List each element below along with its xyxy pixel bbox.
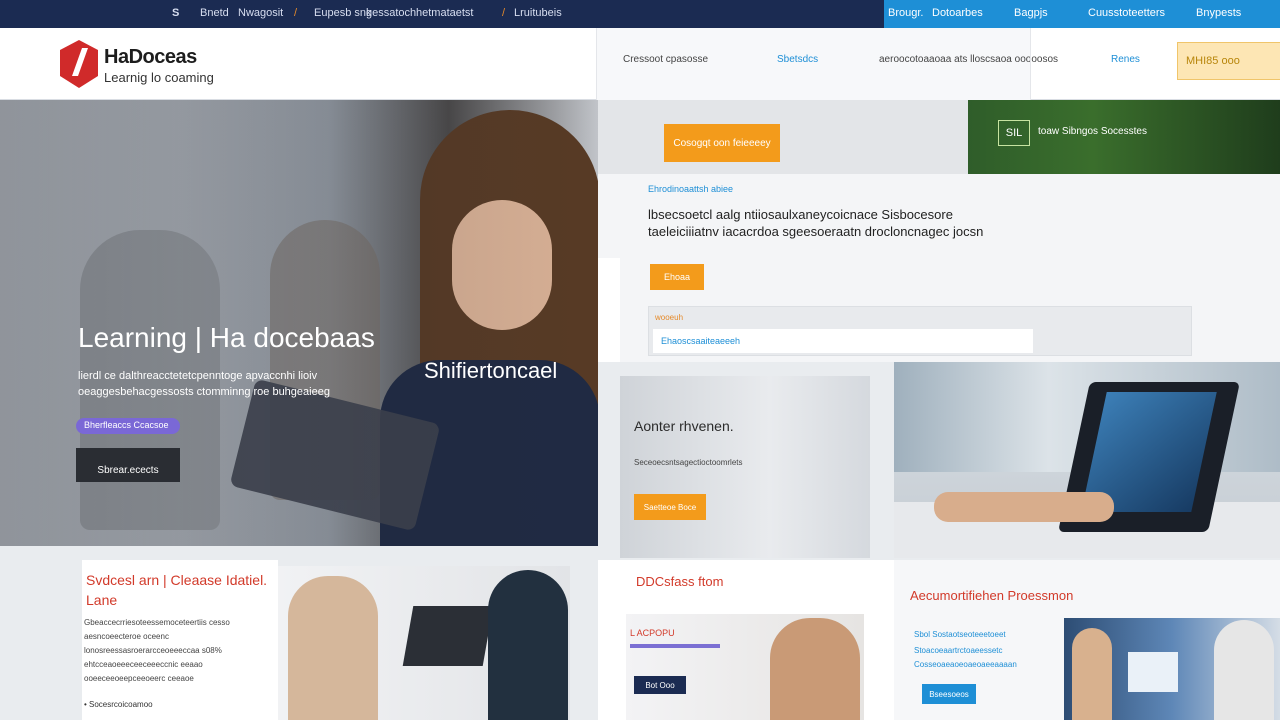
green-banner: SIL toaw Sibngos Socesstes: [968, 100, 1280, 174]
topbar-item[interactable]: hetmataetst: [416, 7, 473, 19]
logo-title[interactable]: HaDoceas: [104, 46, 197, 69]
person-image: [770, 618, 860, 720]
site-header: HaDoceas Learnig lo coaming Cressoot cpa…: [0, 28, 1280, 100]
card-subtext: Seceoecsntsagectioctoomrlets: [634, 458, 743, 467]
topbar-separator: /: [502, 7, 506, 19]
topbar-item[interactable]: Bnetd: [200, 7, 229, 19]
column-paragraph: Gbeaccecrriesoteessemoceteertiis cesso a…: [84, 618, 230, 683]
hero-button[interactable]: Sbrear.ecects: [76, 448, 180, 482]
topbar-item[interactable]: Eupesb snk: [314, 7, 371, 19]
laptop-image: [402, 606, 494, 666]
topbar-link[interactable]: Brougr.: [888, 7, 923, 19]
panel-input[interactable]: Ehaoscsaaiteaeeeh: [653, 329, 1033, 353]
header-cta-button[interactable]: MHI85 ooo: [1177, 42, 1280, 80]
person-image: [1214, 620, 1274, 720]
header-link[interactable]: Renes: [1111, 54, 1140, 65]
logo-subtitle: Learnig lo coaming: [104, 70, 214, 85]
intro-section: Ehrodinoaattsh abiee lbsecsoetcl aalg nt…: [598, 174, 1280, 362]
person-image: [288, 576, 378, 720]
top-navigation-bar: S Bnetd Nwagosit / Eupesb snk gessatoch …: [0, 0, 1280, 28]
header-link[interactable]: Sbetsdcs: [777, 54, 818, 65]
laptop-photo: [894, 362, 1280, 558]
hero-brand-text: Shifiertoncael: [424, 358, 558, 383]
page: S Bnetd Nwagosit / Eupesb snk gessatoch …: [0, 0, 1280, 720]
header-info-strip: Cressoot cpasosse Sbetsdcs aeroocotoaaoa…: [596, 28, 1058, 100]
topbar-item[interactable]: gessatoch: [366, 7, 416, 19]
column-heading: Aecumortifiehen Proessmon: [910, 588, 1074, 603]
topbar-separator: /: [294, 7, 298, 19]
hands-image: [934, 492, 1114, 522]
card-heading: Aonter rhvenen.: [634, 418, 734, 434]
column-footer-link[interactable]: • Socesrcoicoamoo: [84, 700, 153, 709]
intro-side-strip: [598, 258, 620, 362]
column-link[interactable]: Stoacoeaartrctoaeessetc: [914, 646, 1003, 655]
column-button[interactable]: Bseesoeos: [922, 684, 976, 704]
green-badge: SIL: [998, 120, 1030, 146]
panel-label: wooeuh: [655, 313, 684, 322]
topbar-item[interactable]: Nwagosit: [238, 7, 283, 19]
team-photo: [1064, 618, 1280, 720]
hero-title: Learning | Ha docebaas: [78, 322, 375, 353]
topbar-link[interactable]: Dotoarbes: [932, 7, 983, 19]
intro-button[interactable]: Ehoaa: [650, 264, 704, 290]
course-card-label: L ACPOPU: [630, 628, 675, 638]
promo-button[interactable]: Cosogqt oon feieeeey: [664, 124, 780, 162]
hero-banner: Learning | Ha docebaas lierdl ce dalthre…: [0, 100, 598, 546]
meeting-photo: [278, 566, 570, 720]
intro-body: lbsecsoetcl aalg ntiiosaulxaneycoicnace …: [648, 207, 984, 239]
person-image: [488, 570, 568, 720]
course-card[interactable]: L ACPOPU Bot Ooo: [626, 614, 864, 720]
topbar-item[interactable]: Lruitubeis: [514, 7, 562, 19]
green-banner-text[interactable]: toaw Sibngos Socesstes: [1038, 126, 1147, 137]
topbar-link[interactable]: Cuusstoteetters: [1088, 7, 1165, 19]
bottom-column-1: Svdcesl arn | Cleaase Idatiel. Lane Gbea…: [82, 560, 278, 720]
bottom-column-3: Aecumortifiehen Proessmon Sbol Sostaotse…: [894, 560, 1280, 720]
header-text: Cressoot cpasosse: [623, 54, 709, 65]
column-heading: Svdcesl arn | Cleaase Idatiel. Lane: [86, 572, 268, 608]
feature-card: Aonter rhvenen. Seceoecsntsagectioctoomr…: [620, 376, 870, 558]
column-heading: DDCsfass ftom: [636, 574, 724, 589]
promo-strip: Cosogqt oon feieeeey: [598, 100, 968, 174]
progress-bar: [630, 644, 720, 648]
screen-image: [1128, 652, 1178, 692]
topbar-blue-section: Brougr. Dotoarbes Bagpjs Cuusstoteetters…: [884, 0, 1280, 28]
person-image: [1072, 628, 1112, 720]
topbar-item[interactable]: S: [172, 7, 179, 19]
logo-shield-icon[interactable]: [58, 38, 100, 90]
hero-tag[interactable]: Bherfleaccs Ccacsoe: [76, 418, 180, 434]
header-actions: Renes MHI85 ooo: [1030, 28, 1280, 100]
intro-panel: wooeuh Ehaoscsaaiteaeeeh: [648, 306, 1192, 356]
hero-description: lierdl ce dalthreacctetetcpenntoge apvac…: [78, 370, 330, 398]
card-button[interactable]: Saetteoe Boce: [634, 494, 706, 520]
column-link[interactable]: Cosseoaeaoeoaeoaeeaaaan: [914, 660, 1017, 669]
course-card-button[interactable]: Bot Ooo: [634, 676, 686, 694]
bottom-column-2: DDCsfass ftom L ACPOPU Bot Ooo: [598, 560, 894, 720]
topbar-link[interactable]: Bagpjs: [1014, 7, 1048, 19]
intro-eyebrow: Ehrodinoaattsh abiee: [648, 184, 734, 194]
column-link[interactable]: Sbol Sostaotseoteeetoeet: [914, 630, 1006, 639]
topbar-link[interactable]: Bnypests: [1196, 7, 1241, 19]
